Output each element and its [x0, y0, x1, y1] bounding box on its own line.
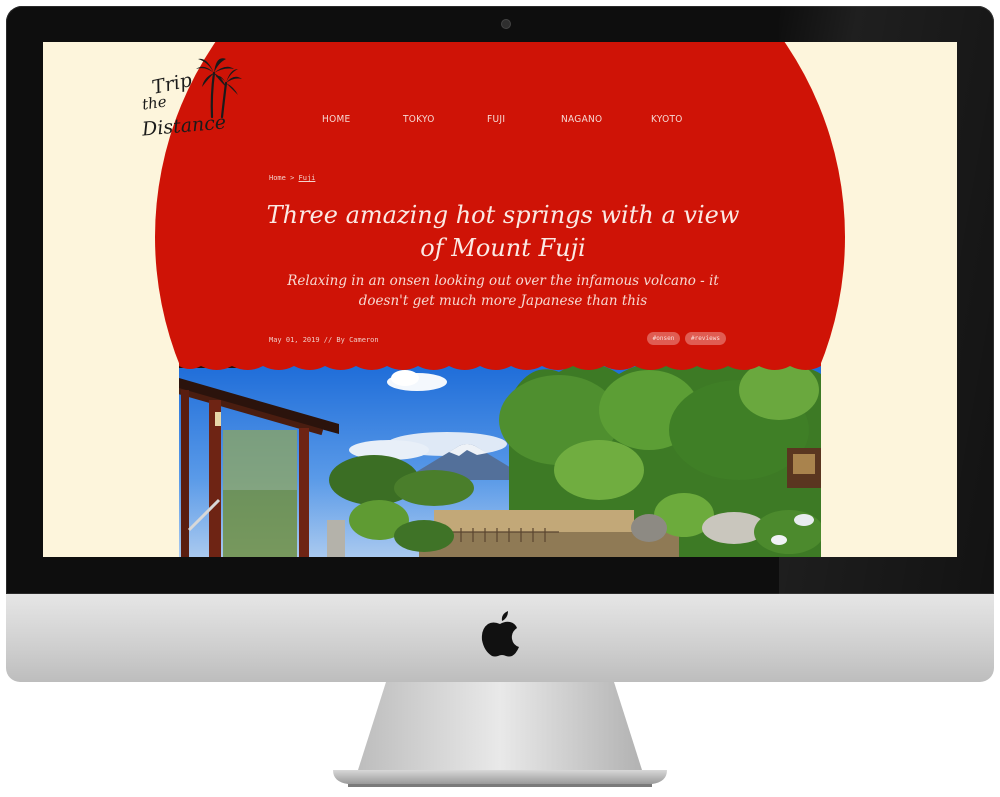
nav-home[interactable]: HOME — [322, 114, 351, 125]
main-nav: HOME TOKYO FUJI NAGANO KYOTO — [43, 114, 957, 128]
breadcrumb-current[interactable]: Fuji — [299, 174, 316, 182]
breadcrumb: Home > Fuji — [269, 174, 315, 182]
nav-kyoto[interactable]: KYOTO — [651, 114, 683, 125]
tag-onsen[interactable]: #onsen — [647, 332, 680, 345]
logo-text-the: the — [140, 92, 168, 114]
nav-fuji[interactable]: FUJI — [487, 114, 505, 125]
apple-icon — [481, 611, 519, 657]
article-title: Three amazing hot springs with a view of… — [266, 201, 740, 262]
article-meta: May 01, 2019 // By Cameron — [269, 336, 379, 344]
site-logo[interactable]: Trip the Distance — [138, 57, 248, 147]
camera-icon — [502, 20, 510, 28]
website-screen: Trip the Distance HOME TOKYO FUJI NAGANO… — [43, 42, 957, 557]
hero-image — [179, 360, 821, 557]
nav-nagano[interactable]: NAGANO — [561, 114, 602, 125]
article-subtitle: Relaxing in an onsen looking out over th… — [287, 273, 719, 309]
breadcrumb-separator: > — [290, 174, 295, 182]
palm-tree-icon — [196, 58, 242, 119]
tag-reviews[interactable]: #reviews — [685, 332, 726, 345]
nav-tokyo[interactable]: TOKYO — [403, 114, 435, 125]
breadcrumb-home[interactable]: Home — [269, 174, 286, 182]
